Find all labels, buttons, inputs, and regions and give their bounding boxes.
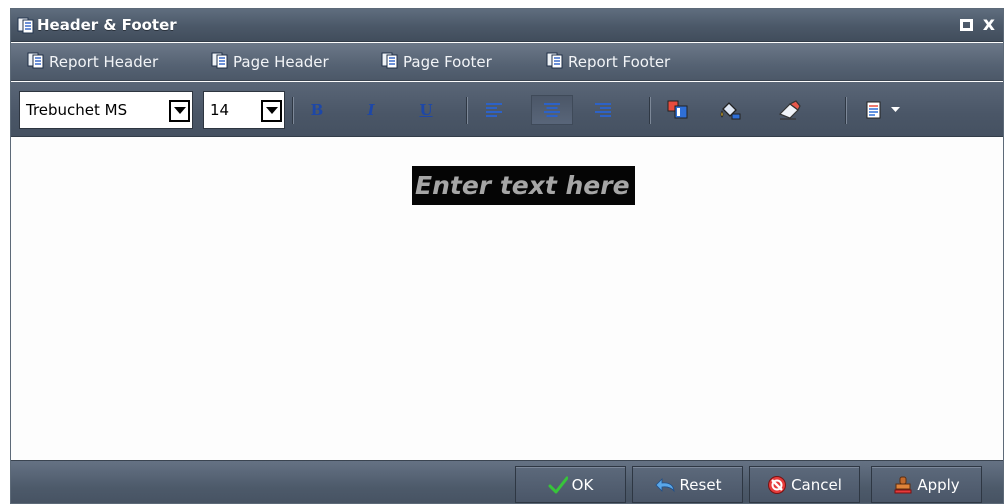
page-footer-icon	[381, 52, 399, 73]
cancel-button[interactable]: Cancel	[749, 466, 860, 503]
stamp-icon	[893, 475, 913, 495]
reset-button[interactable]: Reset	[632, 466, 743, 503]
section-label: Page Header	[233, 53, 329, 71]
section-report-header[interactable]: Report Header	[27, 51, 158, 73]
align-right-icon	[595, 103, 611, 117]
chevron-down-icon	[265, 107, 278, 114]
underline-icon: U	[419, 101, 433, 119]
section-page-footer[interactable]: Page Footer	[381, 51, 492, 73]
toolbar-separator	[292, 97, 294, 124]
bold-button[interactable]: B	[302, 95, 332, 125]
close-button[interactable]: x	[983, 14, 995, 34]
section-label: Report Footer	[568, 53, 671, 71]
insert-field-icon	[866, 101, 880, 119]
underline-button[interactable]: U	[411, 95, 441, 125]
window-title: Header & Footer	[37, 16, 177, 34]
align-left-button[interactable]	[479, 95, 509, 125]
format-toolbar: Trebuchet MS 14 B I U	[11, 82, 1003, 137]
italic-icon: I	[367, 101, 375, 119]
cancel-label: Cancel	[791, 475, 842, 494]
maximize-button[interactable]	[960, 19, 973, 31]
insert-field-button[interactable]	[857, 95, 907, 125]
header-footer-dialog: Header & Footer x Report Header Page Hea…	[10, 8, 1004, 504]
dialog-button-bar: OK Reset Cancel Apply	[11, 460, 1003, 503]
italic-button[interactable]: I	[356, 95, 386, 125]
apply-button[interactable]: Apply	[871, 466, 982, 503]
page-header-icon	[211, 52, 229, 73]
font-size-dropdown-button[interactable]	[261, 100, 282, 122]
ok-label: OK	[571, 475, 594, 494]
paint-bucket-icon	[720, 102, 741, 120]
section-label: Page Footer	[403, 53, 492, 71]
header-text[interactable]: Enter text here	[412, 166, 635, 205]
text-editor[interactable]: Enter text here	[11, 138, 1003, 460]
text-color-button[interactable]	[663, 95, 693, 125]
font-family-value: Trebuchet MS	[26, 101, 128, 119]
font-family-select[interactable]: Trebuchet MS	[19, 91, 193, 129]
bold-icon: B	[310, 101, 324, 119]
chevron-down-icon	[173, 107, 186, 114]
eraser-icon	[778, 100, 801, 120]
reset-label: Reset	[679, 475, 722, 494]
toolbar-separator	[845, 97, 847, 124]
cancel-icon	[767, 475, 787, 495]
align-right-button[interactable]	[588, 95, 618, 125]
toolbar-separator	[466, 97, 468, 124]
report-header-icon	[27, 52, 45, 73]
ok-button[interactable]: OK	[515, 466, 626, 503]
fill-color-button[interactable]	[715, 95, 745, 125]
checkmark-icon	[548, 476, 568, 494]
toolbar-separator	[649, 97, 651, 124]
undo-arrow-icon	[654, 477, 676, 493]
align-center-icon	[544, 103, 560, 117]
text-color-icon	[667, 100, 688, 119]
report-footer-icon	[546, 52, 564, 73]
section-label: Report Header	[49, 53, 159, 71]
align-left-icon	[486, 103, 502, 117]
title-bar[interactable]: Header & Footer x	[11, 9, 1003, 42]
align-center-button[interactable]	[531, 95, 573, 125]
header-footer-icon	[17, 17, 35, 38]
apply-label: Apply	[917, 475, 960, 494]
section-page-header[interactable]: Page Header	[211, 51, 329, 73]
section-report-footer[interactable]: Report Footer	[546, 51, 670, 73]
eraser-button[interactable]	[775, 95, 805, 125]
chevron-down-icon	[890, 107, 900, 112]
font-size-value: 14	[210, 101, 230, 119]
font-family-dropdown-button[interactable]	[169, 100, 190, 122]
font-size-select[interactable]: 14	[203, 91, 285, 129]
section-bar: Report Header Page Header Page Footer Re…	[11, 43, 1003, 81]
